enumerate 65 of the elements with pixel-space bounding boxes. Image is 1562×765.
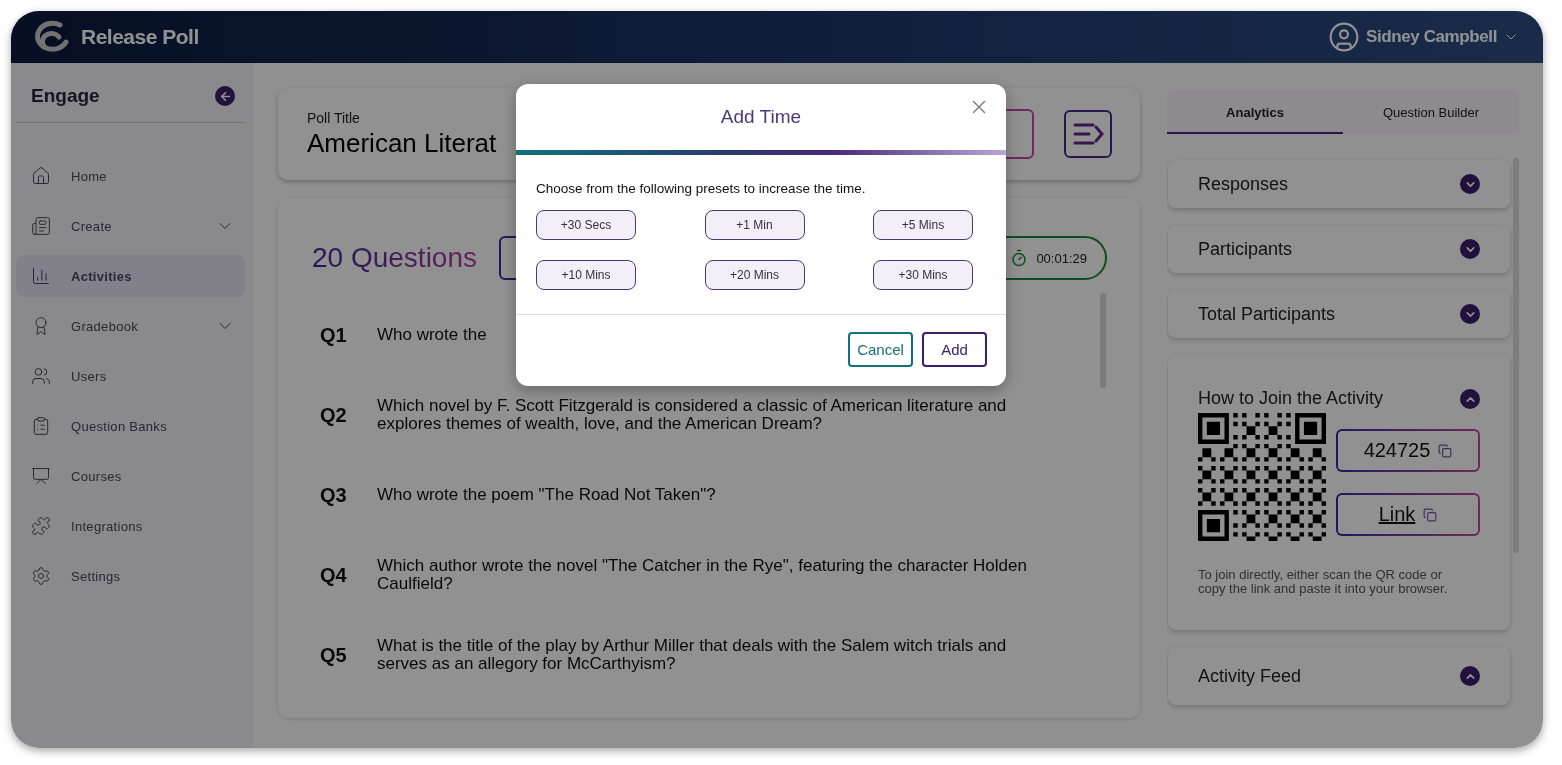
- copy-icon: [1438, 443, 1453, 458]
- nav-item[interactable]: Integrations: [16, 505, 245, 547]
- poll-title: American Literat: [307, 127, 497, 159]
- lines-arrow-icon: [1072, 121, 1104, 147]
- nav-item[interactable]: Settings: [16, 555, 245, 597]
- section-title: Responses: [1198, 173, 1289, 195]
- dialog-instructions: Choose from the following presets to increase the time.: [536, 181, 867, 196]
- stopwatch-icon: [1010, 249, 1029, 267]
- nav-item[interactable]: Create: [16, 205, 245, 247]
- bar-chart-icon: [31, 266, 51, 286]
- chevron-button[interactable]: [1460, 174, 1480, 194]
- settings-icon: [31, 566, 51, 586]
- menu-button[interactable]: [1064, 110, 1112, 158]
- section-title: Participants: [1198, 238, 1293, 260]
- nav-item[interactable]: Courses: [16, 455, 245, 497]
- question-number: Q4: [319, 563, 348, 587]
- link-button[interactable]: Link: [1336, 493, 1480, 536]
- poll-title-label: Poll Title: [307, 109, 360, 126]
- presentation-icon: [31, 466, 51, 486]
- question-number: Q1: [319, 323, 348, 347]
- panel-tab[interactable]: Question Builder: [1343, 90, 1519, 134]
- chevron-button[interactable]: [1460, 239, 1480, 259]
- section-title: How to Join the Activity: [1198, 388, 1384, 409]
- section-title: Activity Feed: [1198, 665, 1302, 687]
- copy-icon: [1423, 507, 1438, 522]
- question-text: Who wrote the poem "The Road Not Taken"?: [377, 486, 716, 504]
- nav-item[interactable]: Activities: [16, 255, 245, 297]
- collapse-button[interactable]: [215, 86, 235, 106]
- user-avatar-icon: [1328, 21, 1360, 53]
- section-title: Total Participants: [1198, 303, 1336, 325]
- arrow-left-icon: [218, 89, 232, 103]
- question-text: Which novel by F. Scott Fitzgerald is considered a classic of American literature and explores themes of wealth, love, and the American Dream?: [377, 397, 1008, 433]
- house-icon: [31, 166, 51, 186]
- nav-item[interactable]: Home: [16, 155, 245, 197]
- clipboard-list-icon: [31, 416, 51, 436]
- join-code-button[interactable]: 424725: [1336, 429, 1480, 472]
- preset-button[interactable]: +10 Mins: [536, 260, 636, 290]
- add-button[interactable]: Add: [922, 332, 987, 367]
- preset-button[interactable]: +5 Mins: [873, 210, 973, 240]
- chevron-button[interactable]: [1460, 389, 1480, 409]
- dialog-title: Add Time: [720, 106, 802, 128]
- chevron-button[interactable]: [1460, 666, 1480, 686]
- question-number: Q3: [319, 483, 348, 507]
- users-icon: [31, 366, 51, 386]
- preset-button[interactable]: +20 Mins: [704, 260, 805, 290]
- preset-button[interactable]: +1 Min: [704, 210, 805, 240]
- user-menu[interactable]: Sidney Campbell: [1328, 21, 1519, 53]
- sidebar-title: Engage: [31, 85, 100, 107]
- nav-item[interactable]: Question Banks: [16, 405, 245, 447]
- preset-button[interactable]: +30 Secs: [536, 210, 636, 240]
- question-text: Which author wrote the novel "The Catcher in the Rye", featuring the character Holden Caulfield?: [377, 557, 1028, 593]
- cancel-button[interactable]: Cancel: [848, 332, 913, 367]
- join-instructions: To join directly, either scan the QR code or copy the link and paste it into your browser.: [1198, 568, 1449, 596]
- puzzle-icon: [31, 516, 51, 536]
- qr-code-icon: [1198, 413, 1326, 541]
- chevron-button[interactable]: [1460, 304, 1480, 324]
- question-text: What is the title of the play by Arthur Miller that deals with the Salem witch trials and serves as an allegory for McCarthyism?: [377, 637, 1008, 673]
- nav-item[interactable]: Gradebook: [16, 305, 245, 347]
- preset-button[interactable]: +30 Mins: [873, 260, 973, 290]
- newspaper-icon: [31, 216, 51, 236]
- question-number: Q5: [319, 643, 348, 667]
- nav-item[interactable]: Users: [16, 355, 245, 397]
- question-number: Q2: [319, 403, 348, 427]
- question-text: Who wrote the: [377, 326, 487, 344]
- app-name: Release Poll: [81, 25, 199, 49]
